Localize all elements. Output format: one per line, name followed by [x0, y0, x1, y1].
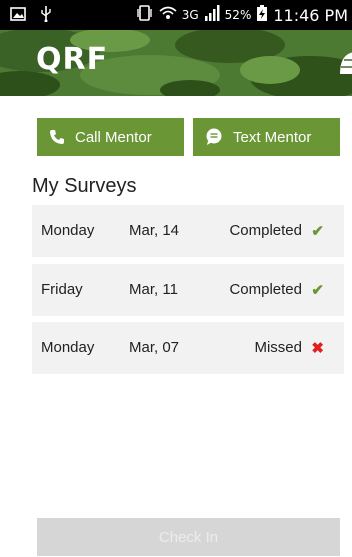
survey-date: Mar, 11 — [129, 281, 178, 298]
app-header: QRF — [0, 30, 352, 96]
image-notification-icon — [10, 6, 26, 25]
survey-row[interactable]: Monday Mar, 07 Missed ✖ — [32, 322, 344, 374]
status-bar: 3G 52% 11:46 PM — [0, 0, 352, 30]
text-mentor-button[interactable]: Text Mentor — [193, 118, 340, 156]
check-icon: ✔ — [311, 223, 324, 240]
network-type: 3G — [181, 8, 199, 22]
survey-day: Monday — [41, 339, 95, 356]
text-mentor-label: Text Mentor — [233, 128, 312, 146]
chat-icon — [205, 128, 223, 146]
app-logo: QRF — [36, 42, 109, 77]
phone-icon — [49, 129, 65, 145]
clock: 11:46 PM — [273, 5, 348, 25]
survey-row[interactable]: Friday Mar, 11 Completed ✔ — [32, 264, 344, 316]
wifi-icon — [159, 5, 177, 25]
check-in-button[interactable]: Check In — [37, 518, 340, 556]
usb-icon — [40, 4, 52, 26]
check-icon: ✔ — [311, 282, 324, 299]
vibrate-icon — [136, 5, 154, 25]
survey-status: Completed — [229, 222, 302, 239]
signal-icon — [204, 5, 220, 25]
survey-day: Friday — [41, 281, 83, 298]
battery-charging-icon — [256, 4, 268, 26]
check-in-label: Check In — [158, 528, 219, 546]
close-icon: ✖ — [311, 340, 324, 357]
survey-day: Monday — [41, 222, 95, 239]
surveys-title: My Surveys — [32, 175, 137, 197]
survey-date: Mar, 07 — [129, 339, 180, 356]
battery-percent: 52% — [224, 8, 252, 22]
survey-status: Missed — [254, 339, 302, 356]
survey-row[interactable]: Monday Mar, 14 Completed ✔ — [32, 205, 344, 257]
call-mentor-button[interactable]: Call Mentor — [37, 118, 184, 156]
survey-date: Mar, 14 — [129, 222, 180, 239]
survey-status: Completed — [229, 281, 302, 298]
call-mentor-label: Call Mentor — [75, 128, 152, 146]
